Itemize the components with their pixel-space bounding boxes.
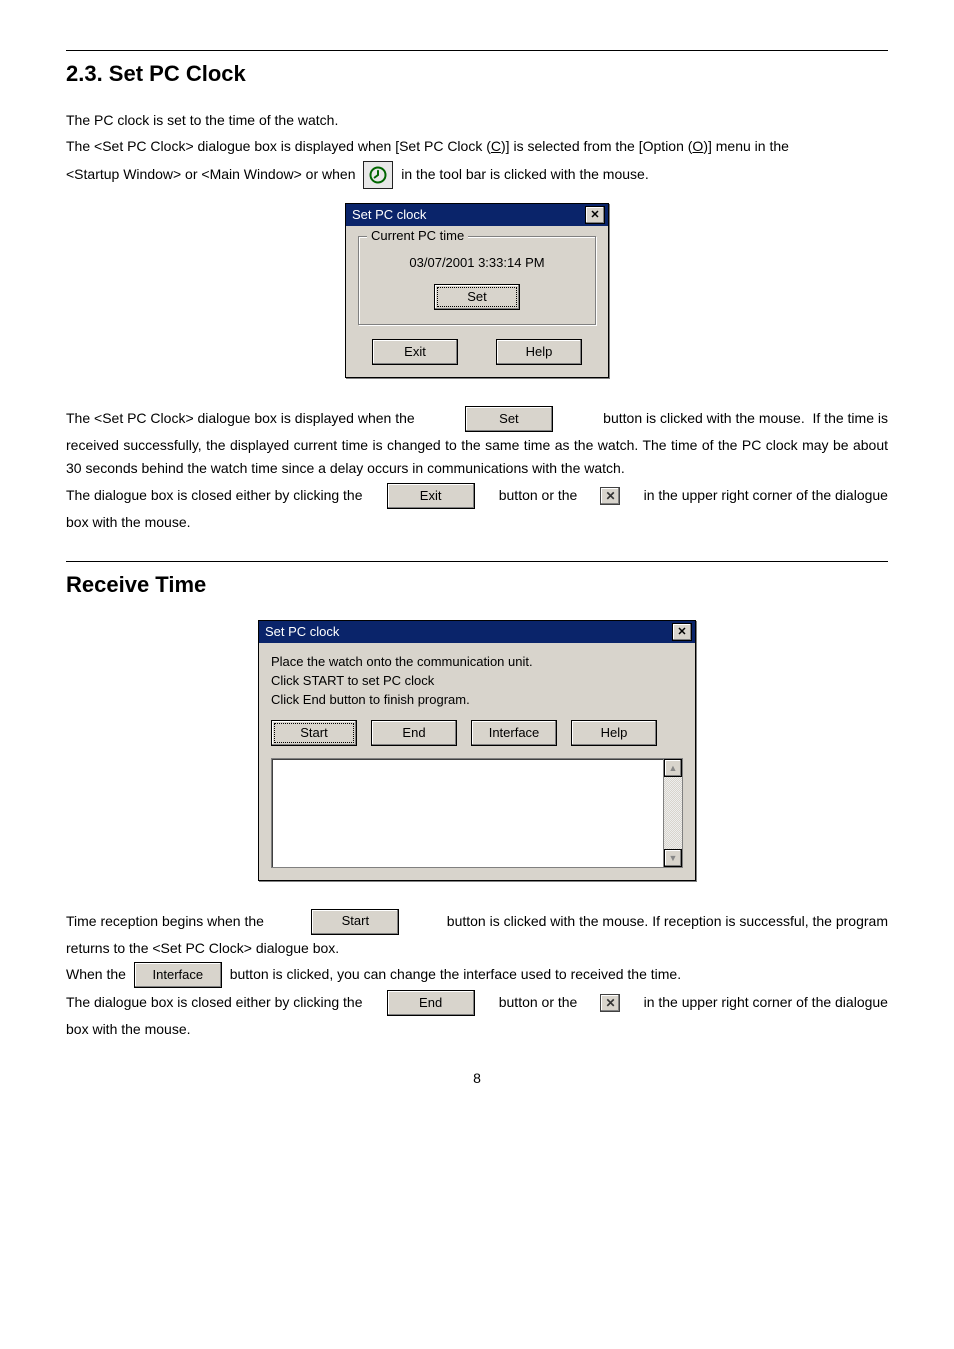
exit-button[interactable]: Exit (372, 339, 458, 365)
close-icon[interactable]: ✕ (600, 487, 620, 505)
heading-receive-time: Receive Time (66, 572, 888, 598)
scrollbar[interactable]: ▲ ▼ (663, 759, 682, 867)
paragraph: returns to the <Set PC Clock> dialogue b… (66, 937, 888, 961)
set-button[interactable]: Set (434, 284, 520, 310)
text: <Startup Window> or <Main Window> or whe… (66, 163, 359, 187)
close-icon[interactable]: ✕ (585, 206, 605, 224)
text: button or the (495, 484, 581, 508)
text: Time reception begins when the (66, 910, 268, 934)
paragraph: Time reception begins when the Start but… (66, 909, 888, 935)
text: The dialogue box is closed either by cli… (66, 484, 366, 508)
clock-icon (368, 165, 388, 185)
page-number: 8 (66, 1070, 888, 1086)
end-button-inline[interactable]: End (387, 990, 475, 1016)
text: button is clicked with the mouse. If rec… (443, 910, 888, 934)
section-rule-top (66, 50, 888, 51)
dialog-title: Set PC clock (265, 624, 672, 639)
log-textarea[interactable]: ▲ ▼ (271, 758, 683, 868)
mnemonic-c: C (491, 138, 501, 154)
help-button[interactable]: Help (496, 339, 582, 365)
section-rule-mid (66, 561, 888, 562)
scroll-up-icon[interactable]: ▲ (664, 759, 682, 777)
instruction-text: Place the watch onto the communication u… (271, 653, 683, 710)
text: )] menu in the (703, 138, 789, 154)
paragraph: The <Set PC Clock> dialogue box is displ… (66, 406, 888, 432)
paragraph: The dialogue box is closed either by cli… (66, 483, 888, 509)
text: button is clicked, you can change the in… (226, 963, 681, 987)
paragraph: box with the mouse. (66, 1018, 888, 1042)
end-button[interactable]: End (371, 720, 457, 746)
current-pc-time-group: Current PC time 03/07/2001 3:33:14 PM Se… (358, 236, 596, 325)
close-icon[interactable]: ✕ (600, 994, 620, 1012)
text: in the upper right corner of the dialogu… (640, 991, 888, 1015)
text: The <Set PC Clock> dialogue box is displ… (66, 138, 491, 154)
instruction-line: Place the watch onto the communication u… (271, 653, 683, 672)
instruction-line: Click START to set PC clock (271, 672, 683, 691)
clock-toolbar-icon[interactable] (363, 161, 393, 189)
paragraph: The <Set PC Clock> dialogue box is displ… (66, 135, 888, 159)
receive-time-dialog: Set PC clock ✕ Place the watch onto the … (258, 620, 696, 881)
instruction-line: Click End button to finish program. (271, 691, 683, 710)
text: )] is selected from the [Option ( (501, 138, 692, 154)
set-button-inline[interactable]: Set (465, 406, 553, 432)
group-legend: Current PC time (367, 228, 468, 243)
titlebar: Set PC clock ✕ (346, 204, 608, 226)
mnemonic-o: O (692, 138, 703, 154)
text: The <Set PC Clock> dialogue box is displ… (66, 407, 419, 431)
paragraph: box with the mouse. (66, 511, 888, 535)
text: button or the (495, 991, 581, 1015)
set-pc-clock-dialog: Set PC clock ✕ Current PC time 03/07/200… (345, 203, 609, 378)
help-button[interactable]: Help (571, 720, 657, 746)
paragraph: <Startup Window> or <Main Window> or whe… (66, 161, 888, 189)
exit-button-inline[interactable]: Exit (387, 483, 475, 509)
text: When the (66, 963, 130, 987)
text: button is clicked with the mouse. If the… (599, 407, 888, 431)
text: in the tool bar is clicked with the mous… (397, 163, 648, 187)
current-time-value: 03/07/2001 3:33:14 PM (369, 255, 585, 270)
interface-button-inline[interactable]: Interface (134, 962, 222, 988)
dialog-title: Set PC clock (352, 207, 585, 222)
paragraph: received successfully, the displayed cur… (66, 434, 888, 482)
interface-button[interactable]: Interface (471, 720, 557, 746)
titlebar: Set PC clock ✕ (259, 621, 695, 643)
scroll-down-icon[interactable]: ▼ (664, 849, 682, 867)
scroll-track[interactable] (664, 777, 682, 849)
start-button-inline[interactable]: Start (311, 909, 399, 935)
paragraph: The PC clock is set to the time of the w… (66, 109, 888, 133)
paragraph: When the Interface button is clicked, yo… (66, 962, 888, 988)
paragraph: The dialogue box is closed either by cli… (66, 990, 888, 1016)
heading-set-pc-clock: 2.3. Set PC Clock (66, 61, 888, 87)
start-button[interactable]: Start (271, 720, 357, 746)
text: in the upper right corner of the dialogu… (640, 484, 888, 508)
text: The dialogue box is closed either by cli… (66, 991, 366, 1015)
close-icon[interactable]: ✕ (672, 623, 692, 641)
